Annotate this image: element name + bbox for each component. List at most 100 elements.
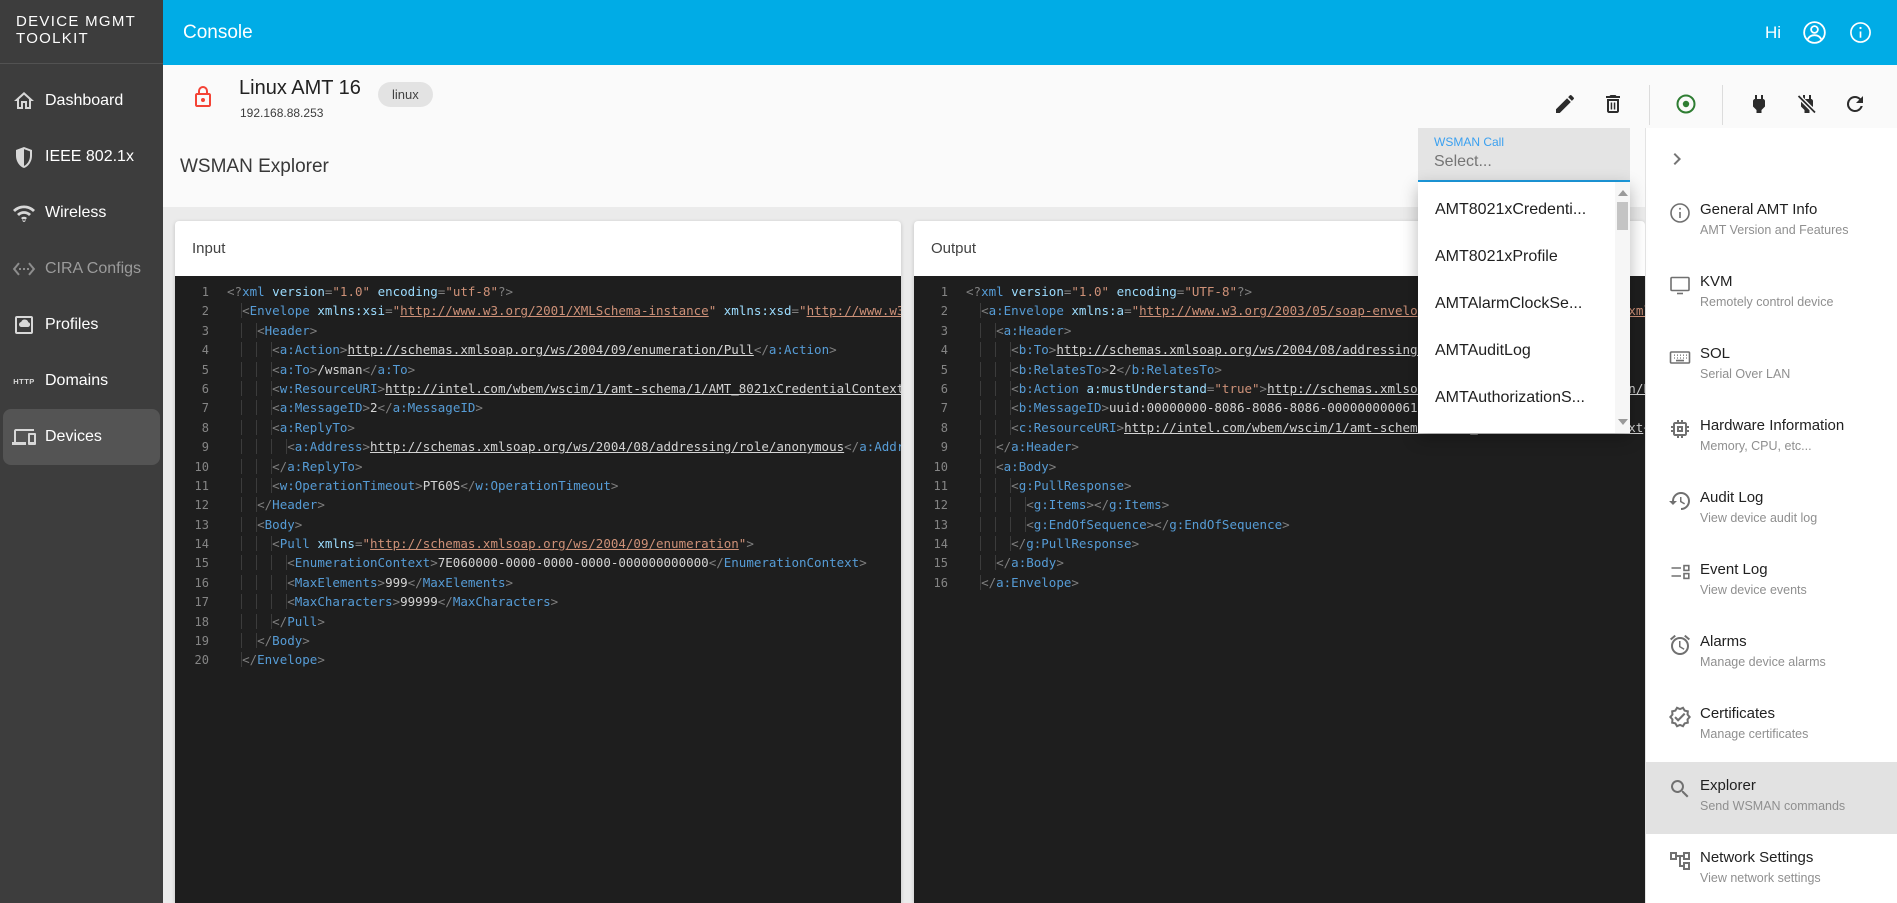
code-line: 2 <Envelope xmlns:xsi="http://www.w3.org…	[175, 301, 901, 320]
plug-icon	[1747, 92, 1771, 119]
line-number: 12	[175, 496, 209, 515]
line-number: 4	[914, 341, 948, 360]
code-line: 10 <a:Body>	[914, 457, 1645, 476]
collapse-panel-button[interactable]	[1665, 147, 1689, 171]
wsman-call-option[interactable]: AMTAuditLog	[1418, 327, 1615, 374]
line-number: 10	[175, 458, 209, 477]
status-dot-icon	[1674, 92, 1698, 119]
sidebar-item-label: IEEE 802.1x	[45, 148, 134, 166]
scrollbar-down-arrow-icon[interactable]	[1618, 419, 1628, 425]
code-line: 14 <Pull xmlns="http://schemas.xmlsoap.o…	[175, 534, 901, 553]
disconnect-button[interactable]	[1795, 93, 1819, 117]
left-sidebar: DEVICE MGMT TOOLKIT DashboardIEEE 802.1x…	[0, 0, 163, 903]
device-ip: 192.168.88.253	[240, 106, 323, 120]
trash-icon	[1601, 92, 1625, 119]
connect-button[interactable]	[1747, 93, 1771, 117]
line-number: 3	[175, 322, 209, 341]
line-number: 15	[914, 554, 948, 573]
line-number: 19	[175, 632, 209, 651]
history-icon	[1668, 489, 1691, 512]
panel-item-subtitle: AMT Version and Features	[1700, 222, 1848, 239]
panel-item-certificates[interactable]: CertificatesManage certificates	[1646, 690, 1897, 762]
plug-off-icon	[1795, 92, 1819, 119]
code-line: 12 <g:Items></g:Items>	[914, 495, 1645, 514]
code-line: 1<?xml version="1.0" encoding="utf-8"?>	[175, 282, 901, 301]
home-icon	[12, 89, 36, 113]
more-options-button[interactable]	[1891, 93, 1897, 117]
line-number: 17	[175, 593, 209, 612]
line-number: 12	[914, 496, 948, 515]
code-line: 3 <Header>	[175, 321, 901, 340]
alarm-icon	[1668, 633, 1691, 656]
sidebar-item-cira-configs[interactable]: CIRA Configs	[3, 241, 160, 297]
wsman-call-option[interactable]: AMT8021xProfile	[1418, 233, 1615, 280]
sidebar-item-wireless[interactable]: Wireless	[3, 185, 160, 241]
code-line: 14 </g:PullResponse>	[914, 534, 1645, 553]
line-number: 11	[914, 477, 948, 496]
code-line: 18 </Pull>	[175, 612, 901, 631]
wsman-call-option[interactable]: AMT8021xCredenti...	[1418, 186, 1615, 233]
panel-item-sol[interactable]: SOLSerial Over LAN	[1646, 330, 1897, 402]
line-number: 1	[175, 283, 209, 302]
shield-icon	[12, 145, 36, 169]
wsman-call-option[interactable]: AMTAuthorizationS...	[1418, 374, 1615, 421]
code-line: 12 </Header>	[175, 495, 901, 514]
panel-item-network-settings[interactable]: Network SettingsView network settings	[1646, 834, 1897, 903]
brand-line1: DEVICE MGMT	[16, 13, 163, 30]
panel-item-hardware-information[interactable]: Hardware InformationMemory, CPU, etc...	[1646, 402, 1897, 474]
wsman-call-label: WSMAN Call	[1434, 135, 1504, 149]
line-number: 13	[914, 516, 948, 535]
code-line: 13 <g:EndOfSequence></g:EndOfSequence>	[914, 515, 1645, 534]
code-line: 11 <g:PullResponse>	[914, 476, 1645, 495]
code-line: 11 <w:OperationTimeout>PT60S</w:Operatio…	[175, 476, 901, 495]
panel-item-subtitle: Manage certificates	[1700, 726, 1808, 743]
code-line: 17 <MaxCharacters>99999</MaxCharacters>	[175, 592, 901, 611]
panel-item-explorer[interactable]: ExplorerSend WSMAN commands	[1646, 762, 1897, 834]
lock-icon	[191, 83, 215, 116]
topbar-right-cluster: Hi	[1765, 0, 1873, 65]
sidebar-item-dashboard[interactable]: Dashboard	[3, 73, 160, 129]
avatar-icon[interactable]	[1801, 19, 1828, 46]
sidebar-item-devices[interactable]: Devices	[3, 409, 160, 465]
line-number: 8	[175, 419, 209, 438]
panel-item-audit-log[interactable]: Audit LogView device audit log	[1646, 474, 1897, 546]
wsman-call-select[interactable]: WSMAN Call Select...	[1418, 128, 1630, 182]
wsman-call-option[interactable]: AMTAlarmClockSe...	[1418, 280, 1615, 327]
sidebar-item-ieee-802-1x[interactable]: IEEE 802.1x	[3, 129, 160, 185]
sidebar-item-domains[interactable]: HTTPDomains	[3, 353, 160, 409]
ethernet-icon	[12, 257, 36, 281]
line-number: 5	[175, 361, 209, 380]
panel-item-title: Network Settings	[1700, 848, 1821, 868]
edit-button[interactable]	[1553, 93, 1577, 117]
refresh-button[interactable]	[1843, 93, 1867, 117]
panel-item-general-amt-info[interactable]: General AMT InfoAMT Version and Features	[1646, 186, 1897, 258]
scrollbar-up-arrow-icon[interactable]	[1618, 190, 1628, 196]
device-status-button[interactable]	[1674, 93, 1698, 117]
pencil-icon	[1553, 92, 1577, 119]
panel-item-alarms[interactable]: AlarmsManage device alarms	[1646, 618, 1897, 690]
device-name: Linux AMT 16	[239, 77, 361, 100]
about-info-icon[interactable]	[1848, 20, 1873, 45]
panel-item-subtitle: Send WSMAN commands	[1700, 798, 1845, 815]
panel-item-title: Alarms	[1700, 632, 1826, 652]
toolbar-divider	[1649, 85, 1650, 125]
panel-item-kvm[interactable]: KVMRemotely control device	[1646, 258, 1897, 330]
delete-button[interactable]	[1601, 93, 1625, 117]
code-line: 20 </Envelope>	[175, 650, 901, 669]
device-toolbar	[1553, 85, 1897, 125]
line-number: 11	[175, 477, 209, 496]
line-number: 14	[914, 535, 948, 554]
line-number: 8	[914, 419, 948, 438]
dropdown-scrollbar[interactable]	[1615, 182, 1630, 433]
line-number: 4	[175, 341, 209, 360]
panel-item-event-log[interactable]: Event LogView device events	[1646, 546, 1897, 618]
search-icon	[1668, 777, 1691, 800]
panel-item-title: SOL	[1700, 344, 1790, 364]
code-line: 15 </a:Body>	[914, 553, 1645, 572]
sidebar-item-profiles[interactable]: Profiles	[3, 297, 160, 353]
input-panel-title: Input	[175, 221, 901, 276]
sidebar-item-label: Profiles	[45, 316, 98, 334]
line-number: 7	[175, 399, 209, 418]
input-code-editor[interactable]: 1<?xml version="1.0" encoding="utf-8"?>2…	[175, 276, 901, 903]
scrollbar-thumb[interactable]	[1617, 202, 1628, 230]
